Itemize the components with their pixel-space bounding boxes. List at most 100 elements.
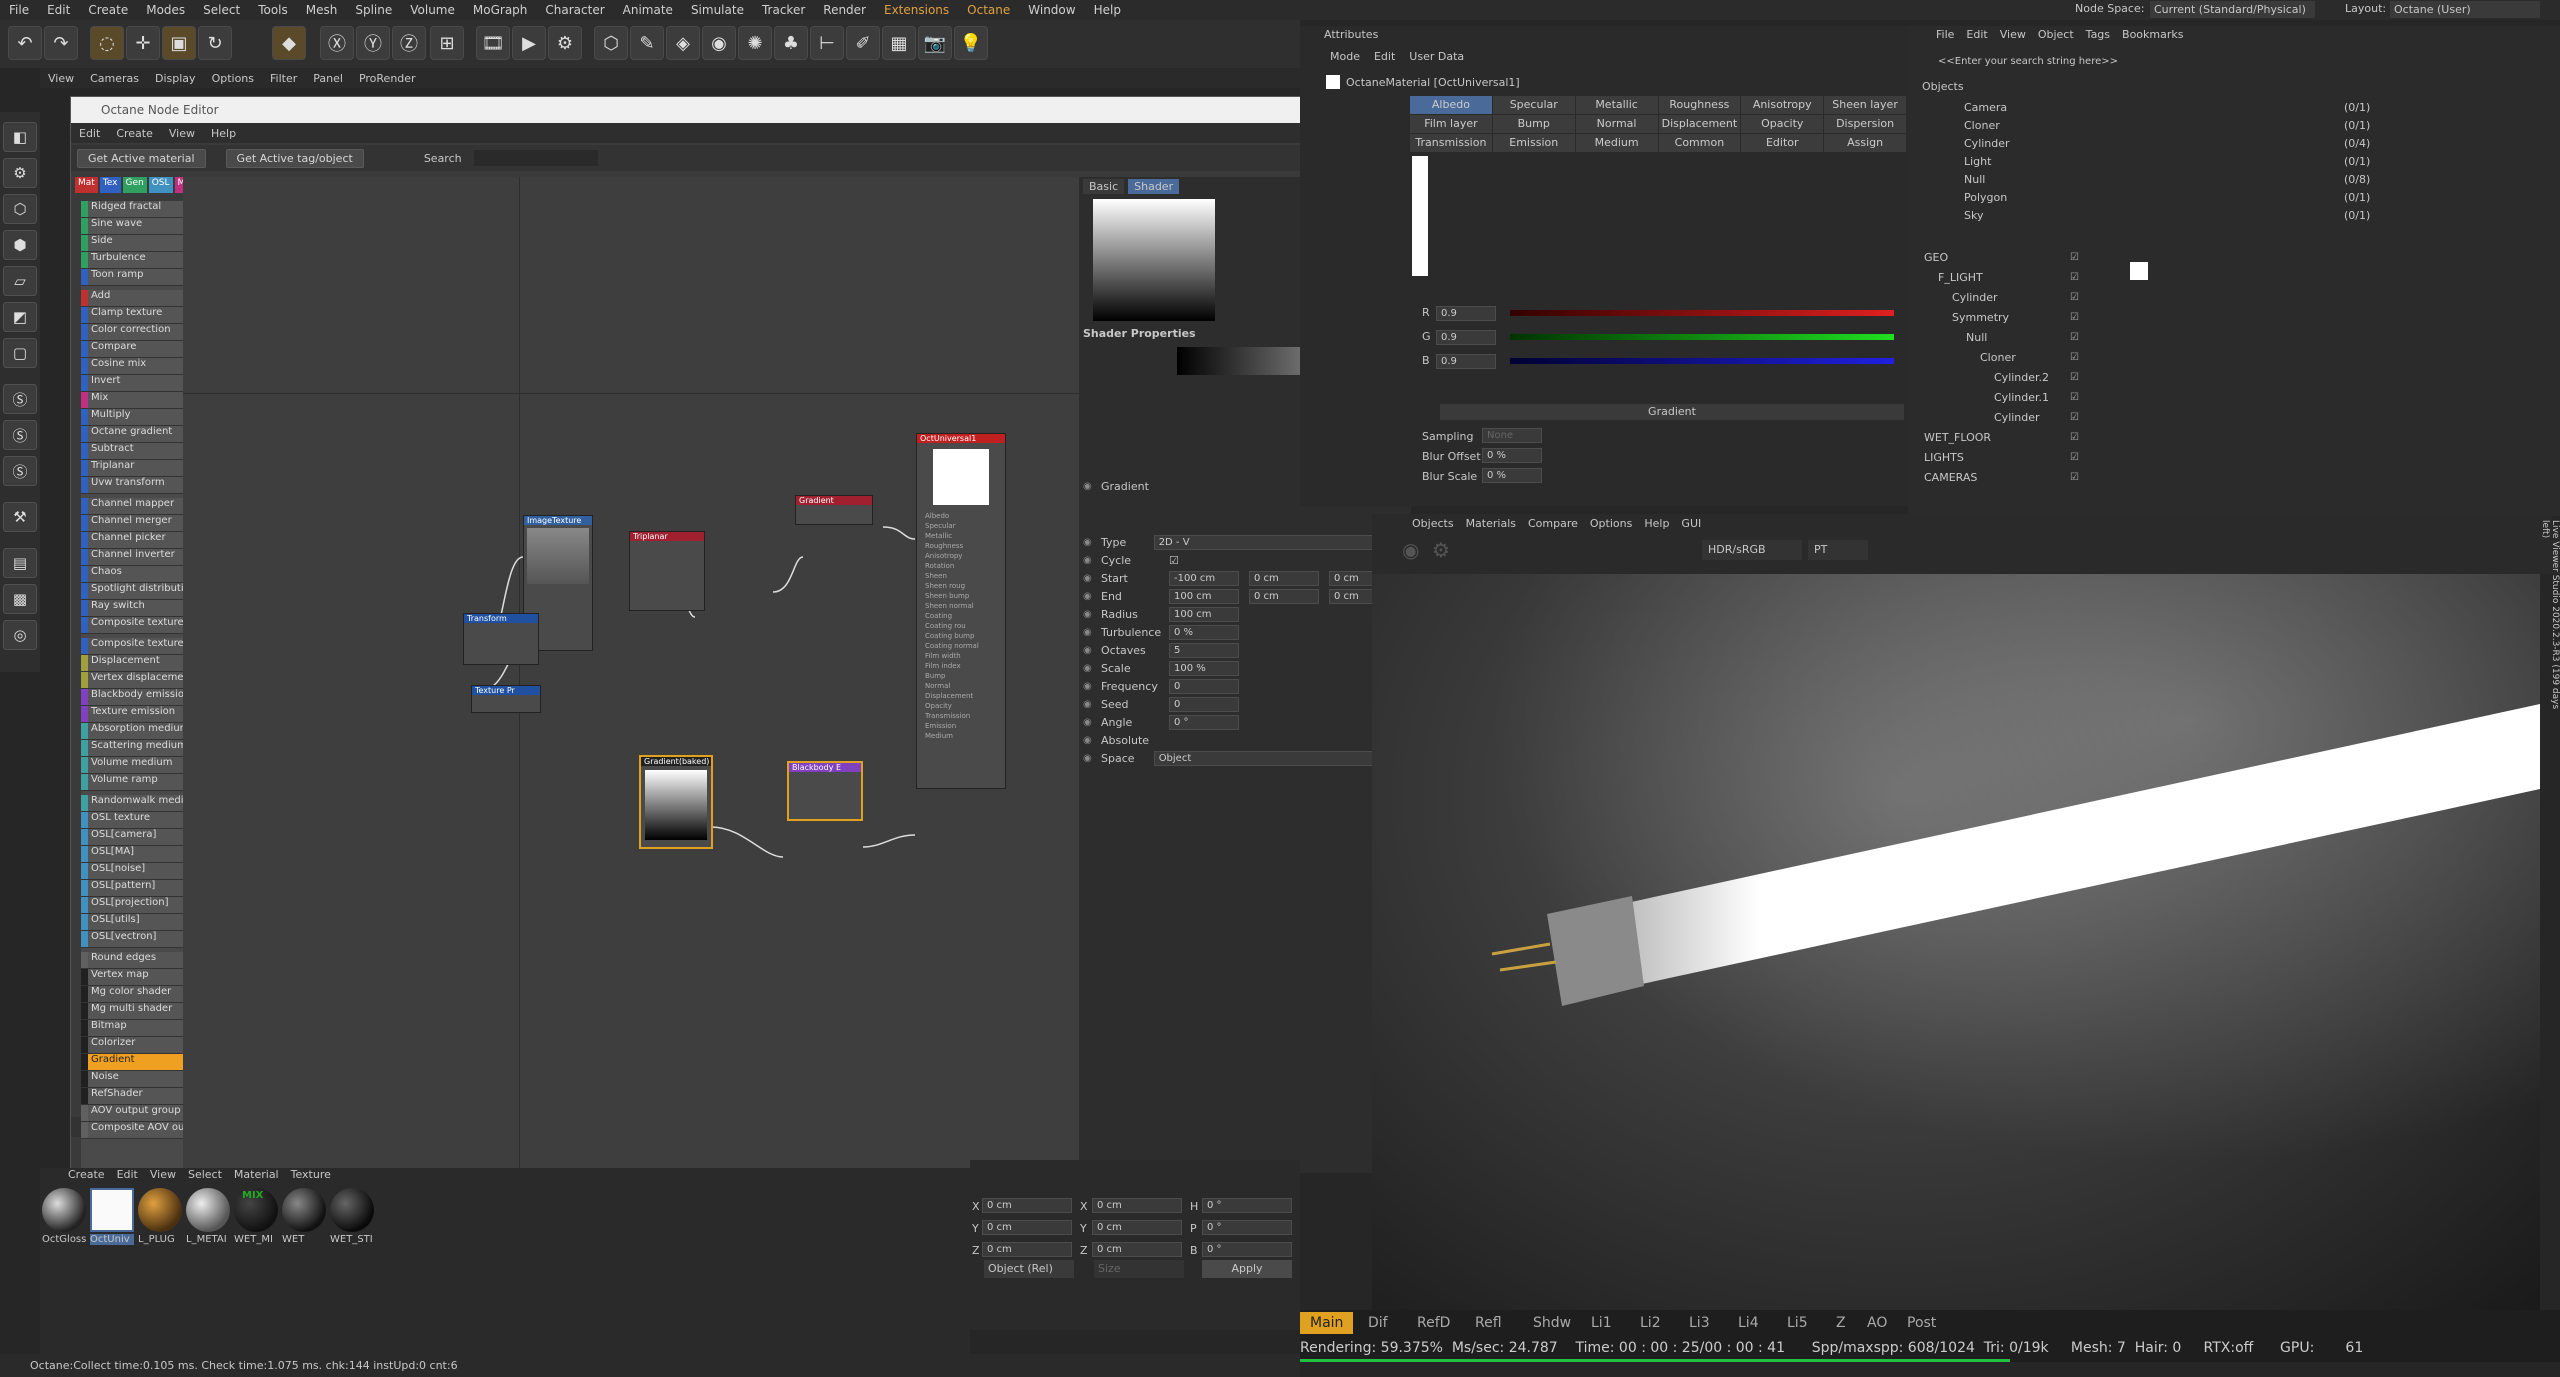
prop-value[interactable]: 100 % bbox=[1169, 660, 1239, 676]
viewer-menu-item[interactable]: Options bbox=[1590, 517, 1632, 530]
menu-file[interactable]: File bbox=[0, 3, 38, 17]
octuniversal-pin[interactable]: Coating normal bbox=[917, 641, 1005, 651]
menu-simulate[interactable]: Simulate bbox=[682, 3, 753, 17]
object-filter-item[interactable]: Light (0/1) bbox=[1908, 152, 2560, 170]
node-graph-canvas[interactable]: ImageTexture Triplanar Gradient OctUnive… bbox=[183, 177, 1079, 1173]
object-tree-item[interactable]: Cylinder ☑ bbox=[1908, 288, 2560, 306]
attr-tab-roughness[interactable]: Roughness bbox=[1658, 96, 1741, 114]
node-list-item[interactable]: Color correction bbox=[81, 324, 183, 341]
prop-keyframe-icon[interactable]: ◉ bbox=[1083, 717, 1092, 728]
attr-tab-emission[interactable]: Emission bbox=[1492, 134, 1575, 152]
octuniversal-pin[interactable]: Coating bump bbox=[917, 631, 1005, 641]
object-menu-item[interactable]: Edit bbox=[1966, 28, 1987, 41]
make-editable-icon[interactable]: ◧ bbox=[3, 122, 37, 152]
prop-keyframe-icon[interactable]: ◉ bbox=[1083, 537, 1092, 548]
attr-tab-metallic[interactable]: Metallic bbox=[1575, 96, 1658, 114]
prop-value[interactable]: -100 cm bbox=[1169, 570, 1239, 586]
attr-tab-dispersion[interactable]: Dispersion bbox=[1824, 115, 1906, 133]
node-list-item[interactable]: Blackbody emission bbox=[81, 689, 183, 706]
render-pass-tab-dif[interactable]: Dif bbox=[1358, 1312, 1398, 1334]
prop-keyframe-icon[interactable]: ◉ bbox=[1083, 481, 1092, 492]
attr-tab-displacement[interactable]: Displacement bbox=[1658, 115, 1741, 133]
prop-value[interactable]: 0 cm bbox=[1249, 570, 1319, 586]
scale-tool-icon[interactable]: ▣ bbox=[162, 26, 196, 60]
octuniversal-pin[interactable]: Coating rou bbox=[917, 621, 1005, 631]
axis-mode-icon[interactable]: ▢ bbox=[3, 338, 37, 368]
object-tree-item[interactable]: F_LIGHT ☑ bbox=[1908, 268, 2560, 286]
visibility-icon[interactable]: ☑ bbox=[2070, 452, 2079, 463]
viewport-menu-prorender[interactable]: ProRender bbox=[351, 72, 424, 85]
texture-mode-icon[interactable]: ⚙ bbox=[3, 158, 37, 188]
node-list-item[interactable]: OSL[MA] bbox=[81, 846, 183, 863]
attr-menu-item[interactable]: User Data bbox=[1409, 50, 1464, 63]
menu-volume[interactable]: Volume bbox=[401, 3, 464, 17]
attr-tab-assign[interactable]: Assign bbox=[1824, 134, 1906, 152]
g-slider[interactable] bbox=[1510, 334, 1894, 340]
sampling-select[interactable]: None bbox=[1482, 428, 1542, 443]
object-filter-item[interactable]: Null (0/8) bbox=[1908, 170, 2560, 188]
node-list-item[interactable]: Sine wave bbox=[81, 218, 183, 235]
b-rotation-field[interactable]: 0 ° bbox=[1202, 1242, 1292, 1257]
tab-shader[interactable]: Shader bbox=[1128, 179, 1180, 194]
attr-tab-film-layer[interactable]: Film layer bbox=[1410, 115, 1492, 133]
colorspace-select[interactable]: HDR/sRGB bbox=[1702, 540, 1802, 560]
node-list-item[interactable]: Channel inverter bbox=[81, 549, 183, 566]
size-mode-select[interactable]: Size bbox=[1094, 1260, 1184, 1278]
node-list-item[interactable]: OSL[noise] bbox=[81, 863, 183, 880]
viewer-menu-item[interactable]: Objects bbox=[1412, 517, 1454, 530]
get-active-material-button[interactable]: Get Active material bbox=[77, 148, 206, 168]
prop-keyframe-icon[interactable]: ◉ bbox=[1083, 573, 1092, 584]
material-menu-item[interactable]: Create bbox=[68, 1168, 105, 1181]
attr-menu-item[interactable]: Edit bbox=[1374, 50, 1395, 63]
apply-button[interactable]: Apply bbox=[1202, 1260, 1292, 1278]
render-region-icon[interactable]: 🎞 bbox=[476, 26, 510, 60]
node-list-item[interactable]: Randomwalk mediu bbox=[81, 795, 183, 812]
z-position-field[interactable]: 0 cm bbox=[982, 1242, 1072, 1257]
material-thumbnail[interactable] bbox=[330, 1188, 374, 1232]
prop-value[interactable]: 0 cm bbox=[1249, 588, 1319, 604]
octuniversal-pin[interactable]: Sheen bbox=[917, 571, 1005, 581]
node-blackbody-emission[interactable]: Blackbody E bbox=[787, 761, 863, 821]
node-list-item[interactable]: OSL[pattern] bbox=[81, 880, 183, 897]
rotate-tool-icon[interactable]: ↻ bbox=[198, 26, 232, 60]
prop-keyframe-icon[interactable]: ◉ bbox=[1083, 735, 1092, 746]
extrude-icon[interactable]: ◉ bbox=[702, 26, 736, 60]
viewport-menu-options[interactable]: Options bbox=[204, 72, 262, 85]
octuniversal-pin[interactable]: Sheen roug bbox=[917, 581, 1005, 591]
attr-tab-anisotropy[interactable]: Anisotropy bbox=[1741, 96, 1824, 114]
menu-mesh[interactable]: Mesh bbox=[297, 3, 347, 17]
x-position-field[interactable]: 0 cm bbox=[982, 1198, 1072, 1213]
category-mat[interactable]: Mat bbox=[75, 177, 98, 193]
grid-icon[interactable]: ▤ bbox=[3, 548, 37, 578]
render-pass-tab-li5[interactable]: Li5 bbox=[1777, 1312, 1818, 1334]
menu-edit[interactable]: Edit bbox=[38, 3, 79, 17]
node-list-item[interactable]: Colorizer bbox=[81, 1037, 183, 1054]
node-list-item[interactable]: Channel picker bbox=[81, 532, 183, 549]
prop-keyframe-icon[interactable]: ◉ bbox=[1083, 627, 1092, 638]
prop-keyframe-icon[interactable]: ◉ bbox=[1083, 681, 1092, 692]
y-position-field[interactable]: 0 cm bbox=[982, 1220, 1072, 1235]
object-tree-item[interactable]: Cylinder.1 ☑ bbox=[1908, 388, 2560, 406]
render-pass-tab-li1[interactable]: Li1 bbox=[1581, 1312, 1622, 1334]
prop-value[interactable]: 5 bbox=[1169, 642, 1239, 658]
prop-value[interactable]: 100 cm bbox=[1169, 606, 1239, 622]
node-menu-help[interactable]: Help bbox=[203, 127, 244, 140]
object-tree-item[interactable]: WET_FLOOR ☑ bbox=[1908, 428, 2560, 446]
material-thumbnail[interactable] bbox=[90, 1188, 134, 1232]
node-search-input[interactable] bbox=[473, 150, 598, 166]
select-tool-icon[interactable]: ◌ bbox=[90, 26, 124, 60]
visibility-icon[interactable]: ☑ bbox=[2070, 372, 2079, 383]
deformer-icon[interactable]: ♣ bbox=[774, 26, 808, 60]
node-gradient-baked[interactable]: Gradient(baked) bbox=[639, 755, 713, 849]
node-list-item[interactable]: Volume medium bbox=[81, 757, 183, 774]
menu-octane[interactable]: Octane bbox=[958, 3, 1019, 17]
undo-icon[interactable]: ↶ bbox=[8, 26, 42, 60]
node-list-item[interactable]: Channel merger bbox=[81, 515, 183, 532]
object-search-input[interactable]: <<Enter your search string here>> bbox=[1938, 56, 2118, 67]
object-menu-item[interactable]: View bbox=[2000, 28, 2026, 41]
object-filter-item[interactable]: Cloner (0/1) bbox=[1908, 116, 2560, 134]
attr-tab-bump[interactable]: Bump bbox=[1492, 115, 1575, 133]
prop-keyframe-icon[interactable]: ◉ bbox=[1083, 699, 1092, 710]
paint-icon[interactable]: ✐ bbox=[846, 26, 880, 60]
visibility-icon[interactable]: ☑ bbox=[2070, 392, 2079, 403]
